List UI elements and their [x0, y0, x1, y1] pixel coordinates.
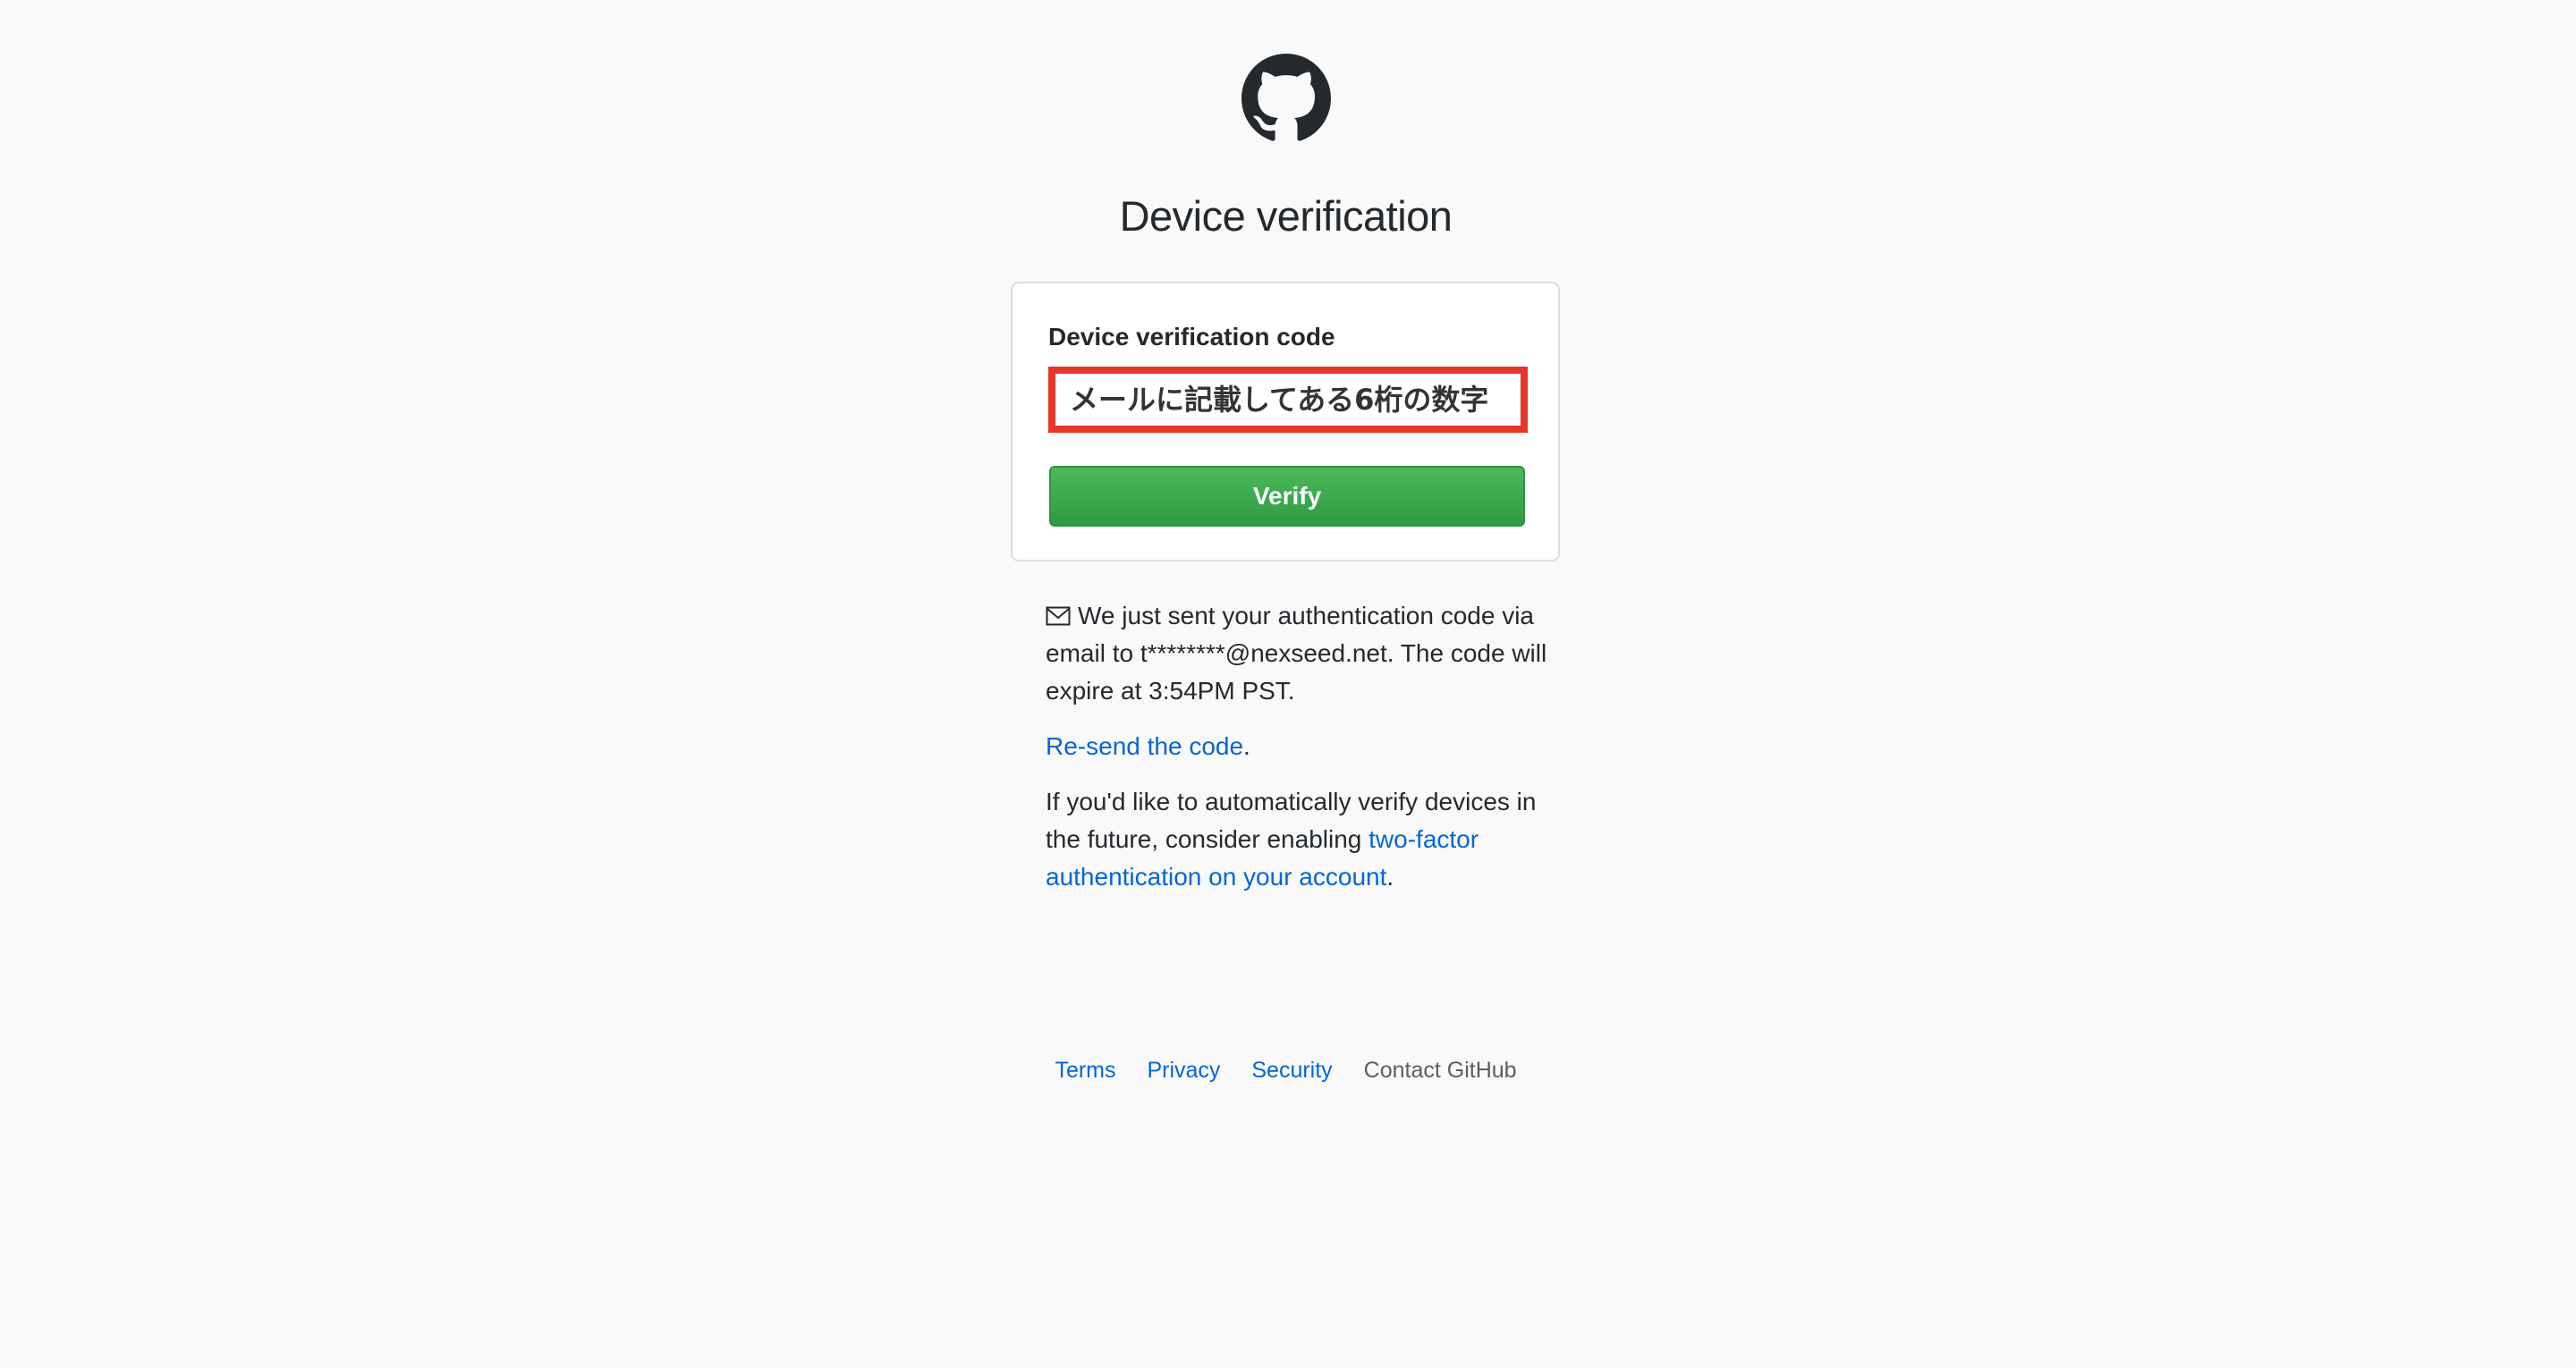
info-section: We just sent your authentication code vi… [1046, 597, 1573, 914]
footer-contact-github[interactable]: Contact GitHub [1364, 1058, 1517, 1084]
sent-message-text: We just sent your authentication code vi… [1046, 602, 1547, 705]
resend-paragraph: Re-send the code. [1046, 728, 1573, 765]
window-edge [2569, 0, 2576, 1368]
sent-message-paragraph: We just sent your authentication code vi… [1046, 597, 1573, 710]
page-title: Device verification [1119, 192, 1453, 240]
resend-suffix: . [1243, 732, 1250, 760]
footer-link-terms[interactable]: Terms [1055, 1058, 1115, 1084]
verify-button[interactable]: Verify [1049, 466, 1525, 527]
github-logo-icon[interactable] [1241, 54, 1331, 143]
footer: Terms Privacy Security Contact GitHub [0, 1058, 2572, 1084]
mail-icon [1046, 606, 1071, 626]
verification-code-input[interactable]: メールに記載してある6桁の数字 [1048, 367, 1528, 433]
verification-form: Device verification code メールに記載してある6桁の数字… [1011, 282, 1560, 562]
footer-link-security[interactable]: Security [1251, 1058, 1332, 1084]
two-factor-paragraph: If you'd like to automatically verify de… [1046, 783, 1573, 896]
verification-code-label: Device verification code [1048, 323, 1335, 350]
resend-code-link[interactable]: Re-send the code [1046, 732, 1243, 760]
page: Device verification Device verification … [0, 0, 2576, 1368]
footer-link-privacy[interactable]: Privacy [1147, 1058, 1220, 1084]
github-octocat-icon [1241, 54, 1331, 141]
two-factor-suffix: . [1386, 863, 1394, 891]
